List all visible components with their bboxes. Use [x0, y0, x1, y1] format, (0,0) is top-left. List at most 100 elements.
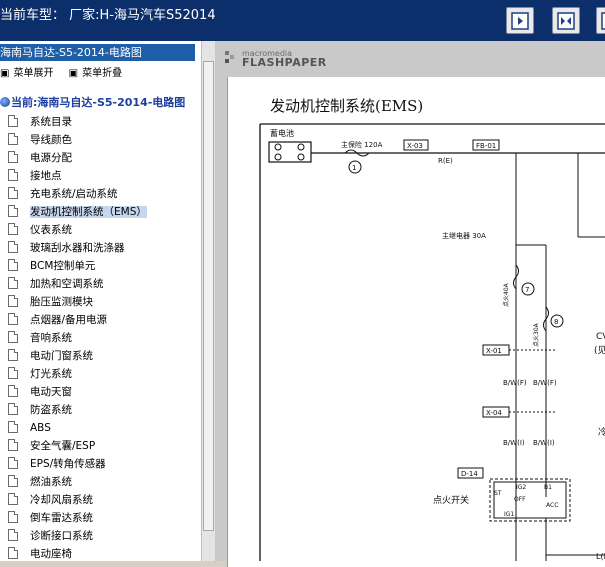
- tree-item[interactable]: 玻璃刮水器和洗涤器: [8, 239, 125, 257]
- logo-big-text: FLASHPAPER: [242, 56, 327, 69]
- tree-item-label: 接地点: [30, 170, 62, 182]
- connector-x01: X-01: [486, 347, 502, 355]
- tree-item-label: 防盗系统: [30, 404, 72, 416]
- tree-item-label: 灯光系统: [30, 368, 72, 380]
- cv-label: CV: [596, 332, 605, 342]
- tree-item[interactable]: 防盗系统: [8, 401, 72, 419]
- tree-item[interactable]: 诊断接口系统: [8, 527, 93, 545]
- document-icon: [8, 241, 18, 253]
- tree-item-label: 安全气囊/ESP: [30, 440, 96, 452]
- tree-item[interactable]: 仪表系统: [8, 221, 72, 239]
- ref-8: 8: [554, 318, 558, 326]
- jian-label: (见: [594, 345, 605, 356]
- ignition-switch-box: [489, 478, 571, 522]
- switch-ig1: IG1: [504, 511, 514, 518]
- tree-item[interactable]: 倒车雷达系统: [8, 509, 93, 527]
- battery-label: 蓄电池: [270, 128, 294, 138]
- connector-x03: X-03: [407, 142, 423, 150]
- tree-item-label: BCM控制单元: [30, 260, 96, 272]
- tree-item-label: 电动天窗: [30, 386, 72, 398]
- switch-st: ST: [494, 490, 502, 497]
- document-icon: [8, 331, 18, 343]
- flashpaper-logo-icon: [225, 51, 234, 63]
- document-icon: [8, 223, 18, 235]
- tree-item-label: 音响系统: [30, 332, 72, 344]
- wire-bwi-1: B/W(I): [503, 439, 525, 447]
- leng-label: 冷: [598, 426, 605, 438]
- tree-item[interactable]: 导线颜色: [8, 131, 72, 149]
- tree-item[interactable]: 加热和空调系统: [8, 275, 104, 293]
- document-icon: [8, 133, 18, 145]
- tree-item[interactable]: 接地点: [8, 167, 62, 185]
- tree-item[interactable]: 安全气囊/ESP: [8, 437, 95, 455]
- tree-item-label: 仪表系统: [30, 224, 72, 236]
- document-icon: [8, 439, 18, 451]
- wire-bwi-2: B/W(I): [533, 439, 555, 447]
- next-page-button[interactable]: [596, 7, 605, 34]
- wiring-diagram: 蓄电池 主保险 120A 1 X-03 FB-01 R(E) 主继电器 30A …: [259, 123, 605, 561]
- sidebar-scrollbar[interactable]: [201, 41, 215, 561]
- tree-item-label: 加热和空调系统: [30, 278, 104, 290]
- document-icon: [8, 493, 18, 505]
- fuse-40a-label: 点火40A: [502, 282, 510, 307]
- document-icon: [8, 259, 18, 271]
- tree-item-label: 系统目录: [30, 116, 72, 128]
- tree-item[interactable]: 电动座椅: [8, 545, 72, 561]
- tree-item-label: ABS: [30, 422, 51, 434]
- document-icon: [8, 205, 18, 217]
- tree-item-label: 倒车雷达系统: [30, 512, 93, 524]
- document-icon: [8, 151, 18, 163]
- scroll-thumb[interactable]: [203, 61, 214, 531]
- tree-root[interactable]: 当前:海南马自达-S5-2014-电路图: [0, 94, 185, 110]
- tree-item[interactable]: 灯光系统: [8, 365, 72, 383]
- document-icon: [8, 295, 18, 307]
- page-fit-icon: [511, 12, 529, 30]
- two-page-button[interactable]: [552, 7, 580, 34]
- main-circuit-label: 主继电器 30A: [442, 231, 486, 240]
- menu-collapse-button[interactable]: 菜单折叠: [82, 68, 122, 79]
- fit-page-button[interactable]: [506, 7, 534, 34]
- collapse-icon: ▣: [68, 68, 79, 79]
- tree-item[interactable]: 音响系统: [8, 329, 72, 347]
- tree-item[interactable]: 充电系统/启动系统: [8, 185, 118, 203]
- wire-re: R(E): [438, 157, 453, 165]
- tree-item-label: 电动门窗系统: [30, 350, 93, 362]
- menu-expand-button[interactable]: 菜单展开: [13, 68, 53, 79]
- connector-fb01: FB-01: [476, 142, 496, 150]
- switch-acc: ACC: [546, 502, 558, 509]
- tree-item[interactable]: 电动门窗系统: [8, 347, 93, 365]
- tree-item[interactable]: 电源分配: [8, 149, 72, 167]
- two-page-icon: [557, 12, 575, 30]
- tree-item-label: 玻璃刮水器和洗涤器: [30, 242, 125, 254]
- tree-item-label: 发动机控制系统（EMS）: [30, 206, 147, 218]
- wire-bwf-1: B/W(F): [503, 379, 527, 387]
- sidebar-header: 海南马自达-S5-2014-电路图: [0, 44, 195, 61]
- fuse-30a-label: 点火30A: [532, 322, 540, 347]
- tree-item[interactable]: 冷却风扇系统: [8, 491, 93, 509]
- sidebar-toolbar: ▣ 菜单展开 ▣ 菜单折叠: [0, 64, 126, 80]
- tree-item-label: 导线颜色: [30, 134, 72, 146]
- tree-item-label: 诊断接口系统: [30, 530, 93, 542]
- tree-root-label: 当前:海南马自达-S5-2014-电路图: [11, 96, 186, 109]
- globe-icon: [0, 97, 10, 107]
- tree-item[interactable]: BCM控制单元: [8, 257, 95, 275]
- tree-item[interactable]: 系统目录: [8, 113, 72, 131]
- l-label: L(I: [596, 552, 605, 561]
- tree-item-label: 冷却风扇系统: [30, 494, 93, 506]
- wire-bwf-2: B/W(F): [533, 379, 557, 387]
- tree-item[interactable]: EPS/转角传感器: [8, 455, 106, 473]
- document-icon: [8, 511, 18, 523]
- tree-item-label: 点烟器/备用电源: [30, 314, 108, 326]
- tree-item-label: EPS/转角传感器: [30, 458, 106, 470]
- tree-item[interactable]: 电动天窗: [8, 383, 72, 401]
- tree-item[interactable]: ABS: [8, 419, 51, 437]
- document-icon: [8, 529, 18, 541]
- tree-item[interactable]: 胎压监测模块: [8, 293, 93, 311]
- tree-item[interactable]: 燃油系统: [8, 473, 72, 491]
- tree-item[interactable]: 点烟器/备用电源: [8, 311, 107, 329]
- document-icon: [8, 277, 18, 289]
- flashpaper-logo: macromedia FLASHPAPER: [225, 49, 327, 69]
- document-icon: [8, 367, 18, 379]
- tree-item[interactable]: 发动机控制系统（EMS）: [8, 203, 147, 221]
- switch-off: OFF: [514, 496, 526, 503]
